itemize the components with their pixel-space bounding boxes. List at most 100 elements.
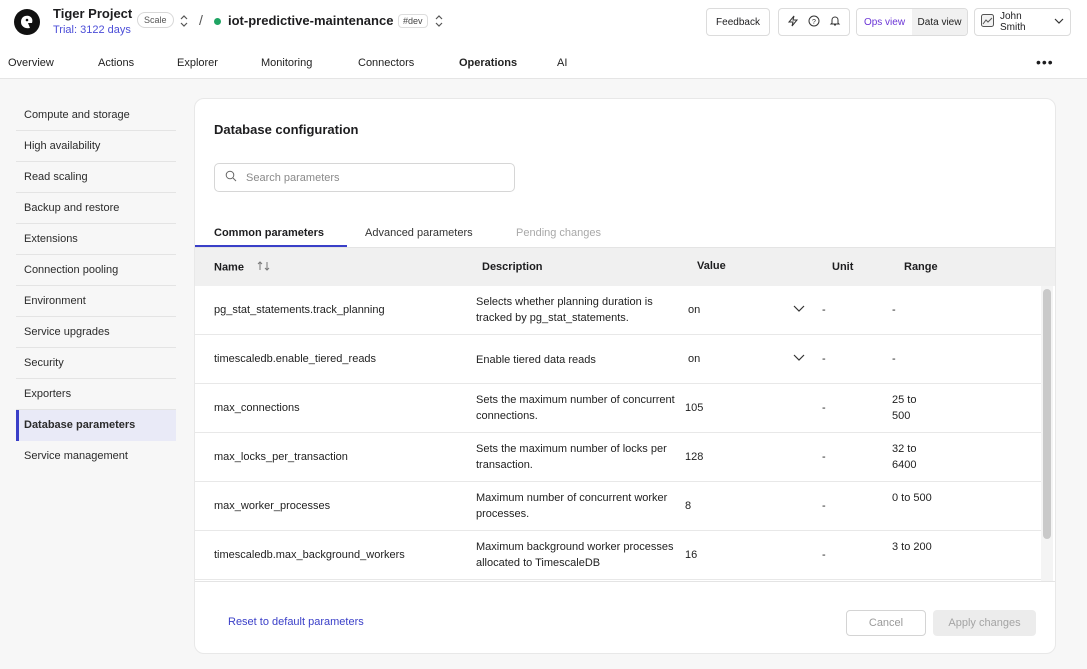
param-range: 0 to 500 (892, 492, 932, 504)
table-scrollbar-thumb[interactable] (1043, 289, 1051, 539)
sidebar-item-connection-pooling[interactable]: Connection pooling (16, 255, 176, 286)
project-name: Tiger Project (53, 6, 133, 21)
help-icon[interactable]: ? (808, 15, 820, 30)
param-description: Sets the maximum number of concurrent co… (476, 394, 675, 422)
param-range: 32 to 6400 (892, 443, 917, 471)
param-value-input[interactable]: 105 (685, 402, 703, 414)
plan-badge: Scale (137, 12, 174, 28)
column-header-unit: Unit (832, 261, 854, 273)
table-row: pg_stat_statements.track_planning Select… (195, 286, 1041, 335)
table-row: max_locks_per_transaction Sets the maxim… (195, 433, 1041, 482)
project-switcher[interactable]: Tiger Project Trial: 3122 days (53, 6, 132, 36)
service-switcher-chevron-icon[interactable] (434, 14, 444, 29)
param-description: Sets the maximum number of locks per tra… (476, 443, 667, 471)
column-header-name[interactable]: Name (214, 261, 271, 274)
ops-view-button[interactable]: Ops view (857, 9, 912, 35)
tab-advanced-parameters[interactable]: Advanced parameters (365, 227, 473, 239)
param-description: Selects whether planning duration is tra… (476, 296, 653, 324)
page-title: Database configuration (214, 122, 359, 137)
column-header-name-label: Name (214, 261, 244, 274)
param-range: - (892, 304, 896, 316)
nav-tab-operations[interactable]: Operations (459, 57, 517, 69)
param-value-input[interactable]: 8 (685, 500, 691, 512)
search-input[interactable]: Search parameters (214, 163, 515, 192)
sidebar-item-service-management[interactable]: Service management (16, 441, 176, 472)
env-badge: #dev (398, 14, 428, 28)
sidebar-item-backup-restore[interactable]: Backup and restore (16, 193, 176, 224)
nav-tab-actions[interactable]: Actions (98, 57, 134, 69)
nav-tab-monitoring[interactable]: Monitoring (261, 57, 312, 69)
param-description: Enable tiered data reads (476, 354, 596, 366)
view-toggle: Ops view Data view (856, 8, 968, 36)
param-range: 3 to 200 (892, 541, 932, 553)
nav-tab-connectors[interactable]: Connectors (358, 57, 414, 69)
active-tab-indicator (195, 245, 347, 247)
main-nav: Overview Actions Explorer Monitoring Con… (0, 44, 1087, 79)
nav-tab-explorer[interactable]: Explorer (177, 57, 218, 69)
data-view-button[interactable]: Data view (912, 9, 967, 35)
param-value-select[interactable]: on (688, 353, 700, 365)
table-row: max_connections Sets the maximum number … (195, 384, 1041, 433)
more-options-icon[interactable]: ••• (1036, 54, 1054, 70)
operations-sidebar: Compute and storage High availability Re… (16, 100, 176, 472)
tab-common-parameters[interactable]: Common parameters (214, 227, 324, 239)
sidebar-item-security[interactable]: Security (16, 348, 176, 379)
sidebar-item-exporters[interactable]: Exporters (16, 379, 176, 410)
breadcrumb-separator: / (199, 12, 203, 28)
sidebar-item-extensions[interactable]: Extensions (16, 224, 176, 255)
param-name: pg_stat_statements.track_planning (214, 304, 385, 316)
reset-defaults-link[interactable]: Reset to default parameters (228, 616, 364, 628)
sort-icon[interactable] (257, 261, 271, 274)
table-row: timescaledb.max_background_workers Maxim… (195, 531, 1041, 580)
column-header-value: Value (697, 260, 726, 272)
bell-icon[interactable] (829, 15, 841, 30)
user-menu[interactable]: John Smith (974, 8, 1071, 36)
sidebar-item-database-parameters[interactable]: Database parameters (16, 410, 176, 441)
param-name: timescaledb.max_background_workers (214, 549, 405, 561)
user-name: John Smith (1000, 11, 1026, 33)
param-name: max_locks_per_transaction (214, 451, 348, 463)
table-row: max_worker_processes Maximum number of c… (195, 482, 1041, 531)
user-avatar-icon (981, 14, 994, 30)
tiger-logo-icon[interactable] (14, 9, 40, 35)
param-unit: - (822, 353, 826, 365)
nav-tab-ai[interactable]: AI (557, 57, 567, 69)
search-placeholder: Search parameters (246, 171, 340, 184)
chevron-down-icon[interactable] (793, 352, 805, 364)
sidebar-item-service-upgrades[interactable]: Service upgrades (16, 317, 176, 348)
chevron-down-icon[interactable] (793, 303, 805, 315)
lightning-icon[interactable] (787, 15, 799, 30)
chevron-down-icon (1054, 17, 1064, 28)
param-description: Maximum background worker processes allo… (476, 541, 674, 569)
param-value-select[interactable]: on (688, 304, 700, 316)
service-status-dot (214, 18, 221, 25)
header-icon-group: ? (778, 8, 850, 36)
param-unit: - (822, 549, 826, 561)
param-value-input[interactable]: 16 (685, 549, 697, 561)
table-row: timescaledb.enable_tiered_reads Enable t… (195, 335, 1041, 384)
param-description: Maximum number of concurrent worker proc… (476, 492, 668, 520)
sidebar-item-environment[interactable]: Environment (16, 286, 176, 317)
service-name[interactable]: iot-predictive-maintenance (228, 13, 393, 28)
sidebar-item-read-scaling[interactable]: Read scaling (16, 162, 176, 193)
param-name: timescaledb.enable_tiered_reads (214, 353, 377, 365)
apply-changes-button[interactable]: Apply changes (933, 610, 1036, 636)
param-range: - (892, 353, 896, 365)
trial-days[interactable]: Trial: 3122 days (53, 24, 132, 36)
param-name: max_connections (214, 402, 300, 414)
param-name: max_worker_processes (214, 500, 331, 512)
param-value-input[interactable]: 128 (685, 451, 703, 463)
sidebar-item-high-availability[interactable]: High availability (16, 131, 176, 162)
top-bar: Tiger Project Trial: 3122 days Scale / i… (0, 0, 1087, 44)
column-header-range: Range (904, 261, 938, 273)
sidebar-item-compute-storage[interactable]: Compute and storage (16, 100, 176, 131)
nav-tab-overview[interactable]: Overview (8, 57, 54, 69)
card-footer: Reset to default parameters Cancel Apply… (195, 581, 1055, 653)
parameter-tabs: Common parameters Advanced parameters Pe… (195, 221, 1055, 248)
project-switcher-chevron-icon[interactable] (179, 14, 189, 29)
table-header: Name Description Value Unit Range (195, 248, 1055, 286)
cancel-button[interactable]: Cancel (846, 610, 926, 636)
feedback-button[interactable]: Feedback (706, 8, 770, 36)
parameters-table-body: pg_stat_statements.track_planning Select… (195, 286, 1041, 581)
search-icon (225, 170, 237, 185)
